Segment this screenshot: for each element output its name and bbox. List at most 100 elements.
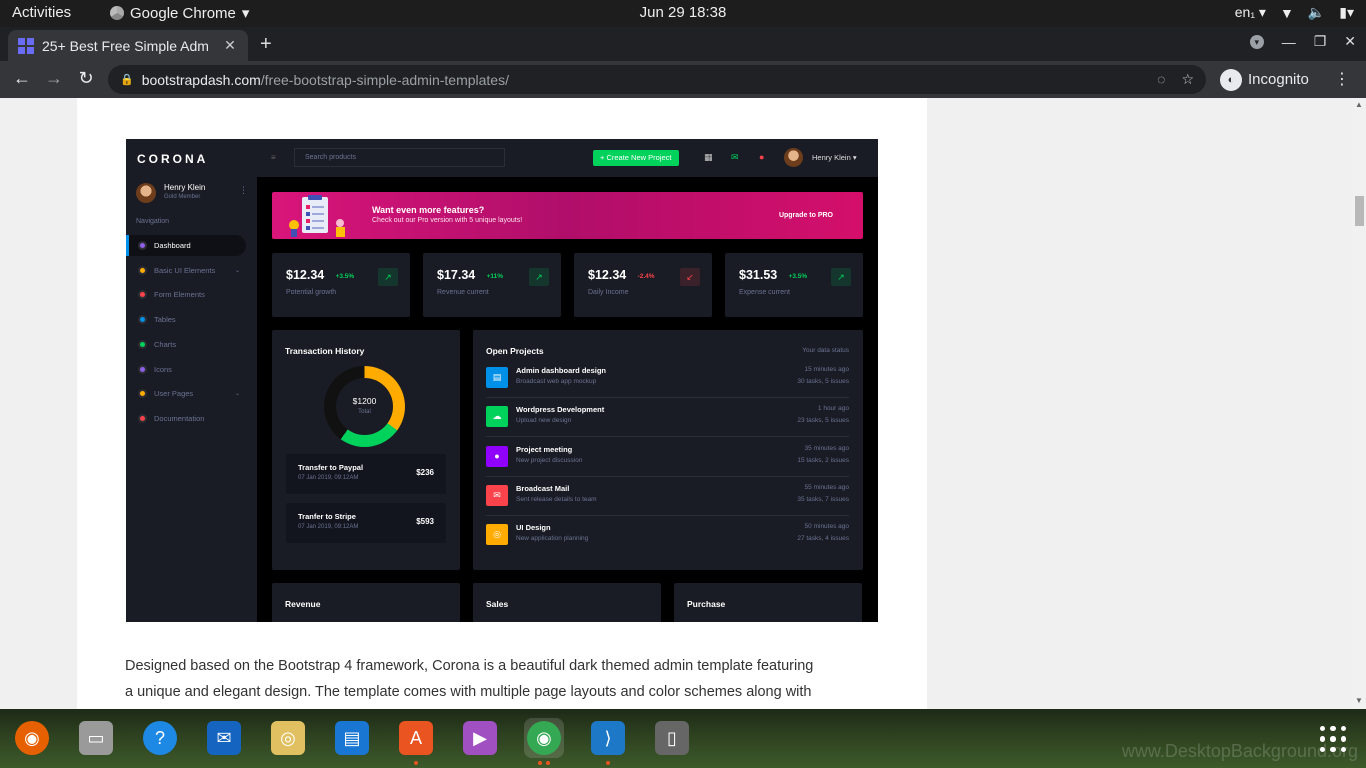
banner-title: Want even more features? <box>372 205 485 215</box>
project-subtitle: New application planning <box>516 535 589 543</box>
project-name: Project meeting <box>516 444 573 454</box>
window-controls: ▾ — ❐ ✕ <box>1249 33 1356 50</box>
bell-icon: ● <box>759 152 765 162</box>
nav-bullet-icon <box>138 241 147 250</box>
tab-title: 25+ Best Free Simple Adm <box>42 37 209 54</box>
address-bar[interactable]: 🔒 bootstrapdash.com/free-bootstrap-simpl… <box>108 65 1206 94</box>
forward-icon[interactable]: → <box>42 68 66 89</box>
project-tasks: 23 tasks, 5 issues <box>797 417 849 425</box>
libreoffice-writer-icon[interactable]: ▤ <box>332 718 372 758</box>
paragraph-line: a unique and elegant design. The templat… <box>125 684 812 700</box>
reload-icon[interactable]: ↻ <box>74 68 98 89</box>
arrow-up-right-icon: ↗ <box>378 268 398 286</box>
stat-change: +3.5% <box>335 273 355 280</box>
stat-card: $12.34 +3.5% Potential growth ↗ <box>272 253 410 317</box>
corona-navbar: CORONA ≡ Search products + Create New Pr… <box>126 139 878 177</box>
page-scrollbar[interactable]: ▲ ▼ <box>1352 98 1366 709</box>
nav-bullet-icon <box>138 413 147 423</box>
help-icon[interactable]: ? <box>140 718 180 758</box>
new-tab-button[interactable]: + <box>260 33 272 56</box>
stat-value: $17.34 <box>437 268 476 282</box>
system-tray[interactable]: en₁ ▾ ▼ 🔈 ▮▾ <box>1235 4 1354 21</box>
sidebar-item-label: Icons <box>154 364 172 374</box>
running-indicator <box>546 761 550 765</box>
stat-value: $12.34 <box>286 268 325 282</box>
vscode-icon[interactable]: ⟩ <box>588 718 628 758</box>
browser-menu-icon[interactable]: ⋮ <box>1334 69 1350 89</box>
project-time: 55 minutes ago <box>804 483 849 491</box>
corona-sidebar: Henry Klein Gold Member ⋮ Navigation Das… <box>126 177 257 622</box>
thunderbird-icon[interactable]: ✉ <box>204 718 244 758</box>
software-center-icon[interactable]: A <box>396 718 436 758</box>
back-icon[interactable]: ← <box>10 68 34 89</box>
corona-template-preview[interactable]: CORONA ≡ Search products + Create New Pr… <box>126 139 878 622</box>
tab-close-icon[interactable]: ✕ <box>222 37 238 54</box>
system-top-bar: Activities Google Chrome ▾ Jun 29 18:38 … <box>0 0 1366 27</box>
keyboard-layout-indicator[interactable]: en₁ ▾ <box>1235 4 1266 21</box>
firefox-icon[interactable]: ◉ <box>12 718 52 758</box>
navbar-user-name: Henry Klein ▾ <box>812 153 857 162</box>
rhythmbox-icon[interactable]: ◎ <box>268 718 308 758</box>
corona-search-input: Search products <box>294 148 505 167</box>
files-icon[interactable]: ▭ <box>76 718 116 758</box>
project-tasks: 27 tasks, 4 issues <box>797 535 849 543</box>
divider <box>486 475 849 477</box>
project-icon: ● <box>486 445 508 467</box>
stat-change: +3.5% <box>788 273 808 280</box>
transaction-name: Tranfer to Stripe <box>298 512 356 521</box>
sidebar-item-icons: Icons <box>126 359 246 380</box>
close-window-icon[interactable]: ✕ <box>1344 33 1356 50</box>
corona-logo: CORONA <box>137 152 209 166</box>
volume-icon[interactable]: 🔈 <box>1308 4 1325 21</box>
summary-card-revenue: Revenue <box>272 583 460 622</box>
divider <box>486 436 849 438</box>
arrow-down-left-icon: ↙ <box>680 268 700 286</box>
minimize-icon[interactable]: — <box>1282 34 1296 50</box>
project-subtitle: Upload new design <box>516 417 572 425</box>
card-title: Purchase <box>687 599 726 609</box>
stat-label: Daily Income <box>588 289 629 296</box>
project-time: 50 minutes ago <box>804 523 849 531</box>
donut-label: Total <box>358 409 371 415</box>
wifi-icon[interactable]: ▼ <box>1280 5 1294 21</box>
sidebar-item-label: User Pages <box>154 389 194 399</box>
pro-banner: Want even more features? Check out our P… <box>272 192 863 239</box>
battery-icon[interactable]: ▮▾ <box>1339 4 1354 21</box>
eye-slash-icon[interactable]: ◌ <box>1157 71 1165 88</box>
project-item: ✉ Broadcast Mail Sent release details to t… <box>486 480 849 516</box>
checklist-illustration-icon <box>289 195 345 237</box>
paragraph-line: Designed based on the Bootstrap 4 framew… <box>125 658 814 674</box>
project-item: ● Project meeting New project discussion 35… <box>486 441 849 477</box>
project-subtitle: Broadcast web app mockup <box>516 378 597 385</box>
bookmark-star-icon[interactable]: ☆ <box>1181 71 1194 88</box>
incognito-indicator[interactable]: ◐ Incognito <box>1220 67 1309 92</box>
profile-avatar <box>136 183 156 203</box>
stat-change: +11% <box>486 273 504 280</box>
data-status-label: Your data status <box>802 347 849 354</box>
scroll-down-icon[interactable]: ▼ <box>1355 696 1363 705</box>
clock[interactable]: Jun 29 18:38 <box>0 4 1366 21</box>
project-name: UI Design <box>516 523 551 533</box>
chevron-down-icon: ⌄ <box>234 391 240 398</box>
transaction-name: Transfer to Paypal <box>298 463 364 472</box>
sidebar-item-form-elements: Form Elements <box>126 284 246 305</box>
browser-tab[interactable]: 25+ Best Free Simple Adm ✕ <box>8 30 248 61</box>
scrollbar-thumb[interactable] <box>1355 196 1364 226</box>
show-applications-icon[interactable] <box>1320 726 1346 752</box>
arrow-up-right-icon: ↗ <box>529 268 549 286</box>
profile-name: Henry Klein <box>164 183 206 192</box>
nav-bullet-icon <box>138 265 147 275</box>
scroll-up-icon[interactable]: ▲ <box>1355 100 1363 109</box>
chrome-icon[interactable]: ◉ <box>524 718 564 758</box>
stat-value: $31.53 <box>739 268 778 282</box>
sidebar-item-dashboard: Dashboard <box>126 235 246 256</box>
transaction-history-card: Transaction History $1200 Total Transfer… <box>272 330 460 570</box>
stat-label: Expense current <box>739 289 790 296</box>
device-icon[interactable]: ▯ <box>652 718 692 758</box>
sidebar-item-label: Tables <box>154 315 176 325</box>
video-player-icon[interactable]: ▶ <box>460 718 500 758</box>
restore-icon[interactable]: ❐ <box>1314 33 1327 50</box>
project-subtitle: New project discussion <box>516 456 583 464</box>
tab-search-icon[interactable]: ▾ <box>1249 34 1264 49</box>
lock-icon[interactable]: 🔒 <box>120 73 134 86</box>
